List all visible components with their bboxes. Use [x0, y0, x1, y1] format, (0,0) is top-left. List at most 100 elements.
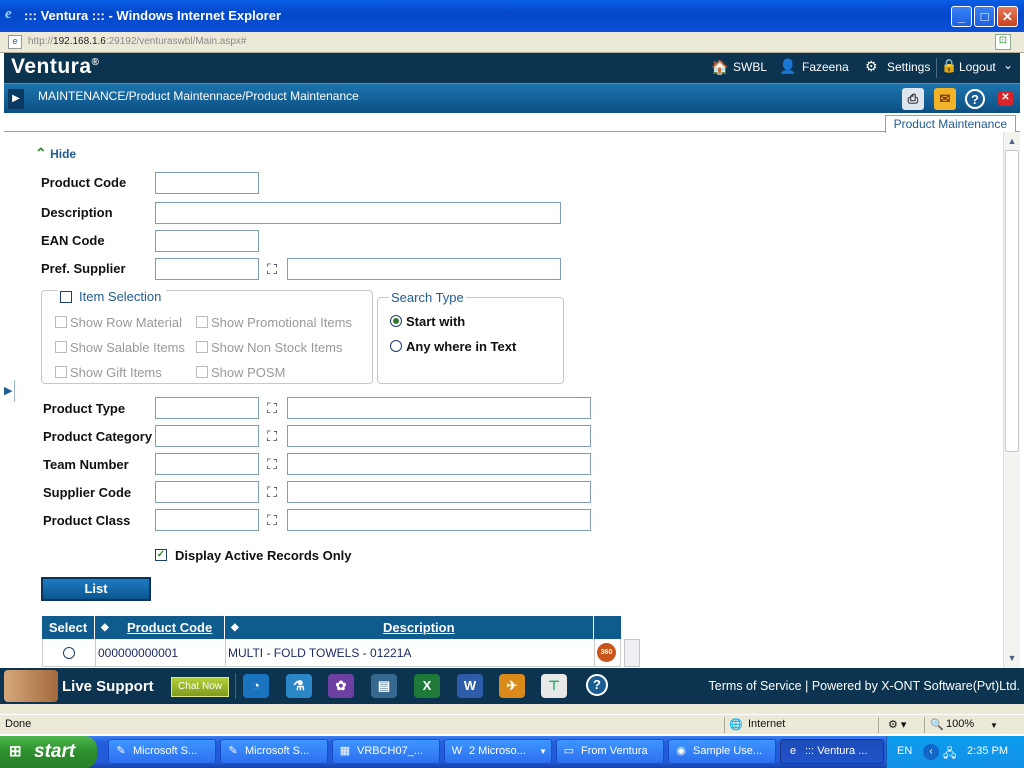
- scroll-down-icon[interactable]: ▼: [1005, 651, 1019, 665]
- description-input[interactable]: [155, 202, 561, 224]
- team-number-name-input[interactable]: [287, 453, 591, 475]
- language-indicator[interactable]: EN: [897, 745, 912, 757]
- sort-icon: ◆: [101, 622, 109, 633]
- grid-scrollbar[interactable]: [624, 639, 640, 667]
- pref-supplier-label: Pref. Supplier: [41, 261, 126, 276]
- description-column-header[interactable]: ◆ Description: [225, 616, 594, 639]
- item-selection-header: Item Selection: [58, 289, 167, 305]
- app-icon-2[interactable]: ⚗: [286, 674, 312, 698]
- app-icon-1[interactable]: ◔: [243, 674, 269, 698]
- team-number-code-input[interactable]: [155, 453, 259, 475]
- security-zone: Internet: [748, 718, 786, 730]
- excel-icon[interactable]: X: [414, 674, 440, 698]
- app-icon-8[interactable]: ⊤: [541, 674, 567, 698]
- 360-view-icon[interactable]: 360: [597, 643, 616, 662]
- page-scrollbar[interactable]: ▲ ▼: [1003, 132, 1020, 668]
- app-icon-7[interactable]: ✈: [499, 674, 525, 698]
- user-name[interactable]: Fazeena: [802, 60, 849, 74]
- product-type-code-input[interactable]: [155, 397, 259, 419]
- binoculars-icon[interactable]: ⛶: [263, 456, 281, 472]
- network-icon[interactable]: 🖧: [943, 744, 956, 765]
- status-bar: Done 🌐 Internet ⚙ ▾ 🔍 100% ▼: [0, 714, 1024, 734]
- help-icon[interactable]: ?: [965, 89, 985, 109]
- product-type-label: Product Type: [43, 401, 126, 416]
- product-type-name-input[interactable]: [287, 397, 591, 419]
- tray-expand-icon[interactable]: ‹: [923, 744, 939, 760]
- scrollbar-thumb[interactable]: [1005, 150, 1019, 452]
- binoculars-icon[interactable]: ⛶: [263, 261, 281, 277]
- taskbar-item[interactable]: W2 Microso... ▼: [444, 739, 552, 764]
- chat-now-button[interactable]: Chat Now: [171, 677, 229, 697]
- settings-icon[interactable]: ⚙: [865, 58, 878, 75]
- taskbar-item[interactable]: ◉ Sample Use...: [668, 739, 776, 764]
- active-records-label: Display Active Records Only: [175, 548, 352, 563]
- show-salable-items-checkbox[interactable]: [55, 341, 67, 353]
- collapse-header-icon[interactable]: ⌄: [1003, 58, 1013, 72]
- pref-supplier-name-input[interactable]: [287, 258, 561, 280]
- show-posm-checkbox[interactable]: [196, 366, 208, 378]
- binoculars-icon[interactable]: ⛶: [263, 400, 281, 416]
- show-promotional-items-checkbox[interactable]: [196, 316, 208, 328]
- active-records-checkbox[interactable]: ✓: [155, 549, 167, 561]
- product-category-code-input[interactable]: [155, 425, 259, 447]
- logout-link[interactable]: Logout: [959, 60, 996, 74]
- side-expand-icon[interactable]: ▶: [4, 380, 15, 402]
- item-selection-checkbox[interactable]: [60, 291, 72, 303]
- product-class-name-input[interactable]: [287, 509, 591, 531]
- product-code-column-header[interactable]: ◆ Product Code: [95, 616, 225, 639]
- binoculars-icon[interactable]: ⛶: [263, 428, 281, 444]
- zoom-level[interactable]: 100%: [946, 718, 974, 730]
- taskbar-item[interactable]: e::: Ventura ...: [780, 739, 884, 764]
- word-icon[interactable]: W: [457, 674, 483, 698]
- row-select-radio[interactable]: [63, 647, 75, 659]
- taskbar-item[interactable]: ✎ Microsoft S...: [220, 739, 328, 764]
- export-icon[interactable]: ✉: [934, 88, 956, 110]
- table-row[interactable]: 000000000001 MULTI - FOLD TOWELS - 01221…: [42, 639, 621, 667]
- maximize-button[interactable]: □: [974, 6, 995, 27]
- start-button[interactable]: ⊞ start: [0, 736, 97, 768]
- expand-menu-icon[interactable]: ▶: [8, 89, 24, 109]
- binoculars-icon[interactable]: ⛶: [263, 512, 281, 528]
- taskbar-item[interactable]: ▦ VRBCH07_...: [332, 739, 440, 764]
- taskbar-item[interactable]: ▭ From Ventura: [556, 739, 664, 764]
- product-code-input[interactable]: [155, 172, 259, 194]
- close-page-icon[interactable]: ✕: [998, 91, 1013, 106]
- supplier-code-input[interactable]: [155, 481, 259, 503]
- pref-supplier-code-input[interactable]: [155, 258, 259, 280]
- any-where-in-text-radio[interactable]: [390, 340, 402, 352]
- show-gift-items-label: Show Gift Items: [70, 365, 162, 380]
- scroll-up-icon[interactable]: ▲: [1005, 134, 1019, 148]
- list-button[interactable]: List: [41, 577, 151, 601]
- settings-link[interactable]: Settings: [887, 60, 930, 74]
- show-non-stock-items-checkbox[interactable]: [196, 341, 208, 353]
- minimize-button[interactable]: _: [951, 6, 972, 27]
- compatibility-view-icon[interactable]: ⊡: [995, 34, 1011, 50]
- zoom-dropdown-icon[interactable]: ▼: [990, 721, 998, 730]
- app-icon-4[interactable]: ▤: [371, 674, 397, 698]
- binoculars-icon[interactable]: ⛶: [263, 484, 281, 500]
- close-window-button[interactable]: ✕: [997, 6, 1018, 27]
- show-gift-items-checkbox[interactable]: [55, 366, 67, 378]
- chevron-up-icon: ⌃: [35, 145, 47, 161]
- footer-text[interactable]: Terms of Service | Powered by X-ONT Soft…: [709, 679, 1020, 693]
- tab-product-maintenance[interactable]: Product Maintenance: [884, 115, 1016, 133]
- hide-filter-link[interactable]: ⌃ Hide: [35, 145, 76, 162]
- address-bar[interactable]: e http://192.168.1.6:29192/venturaswbl/M…: [0, 32, 1024, 53]
- url-text[interactable]: http://192.168.1.6:29192/venturaswbl/Mai…: [28, 36, 246, 47]
- window-title-bar[interactable]: e ::: Ventura ::: - Windows Internet Exp…: [0, 0, 1024, 32]
- protected-mode-icon[interactable]: ⚙ ▾: [888, 718, 906, 731]
- clock[interactable]: 2:35 PM: [967, 745, 1008, 757]
- help-icon[interactable]: ?: [586, 674, 608, 696]
- supplier-name-input[interactable]: [287, 481, 591, 503]
- product-category-name-input[interactable]: [287, 425, 591, 447]
- taskbar-item[interactable]: ✎ Microsoft S...: [108, 739, 216, 764]
- start-with-radio[interactable]: [390, 315, 402, 327]
- status-text: Done: [5, 718, 32, 730]
- company-label[interactable]: SWBL: [733, 60, 767, 74]
- start-with-label: Start with: [406, 314, 466, 329]
- ean-code-input[interactable]: [155, 230, 259, 252]
- product-class-code-input[interactable]: [155, 509, 259, 531]
- show-row-material-checkbox[interactable]: [55, 316, 67, 328]
- print-icon[interactable]: ⎙: [902, 88, 924, 110]
- app-icon-3[interactable]: ✿: [328, 674, 354, 698]
